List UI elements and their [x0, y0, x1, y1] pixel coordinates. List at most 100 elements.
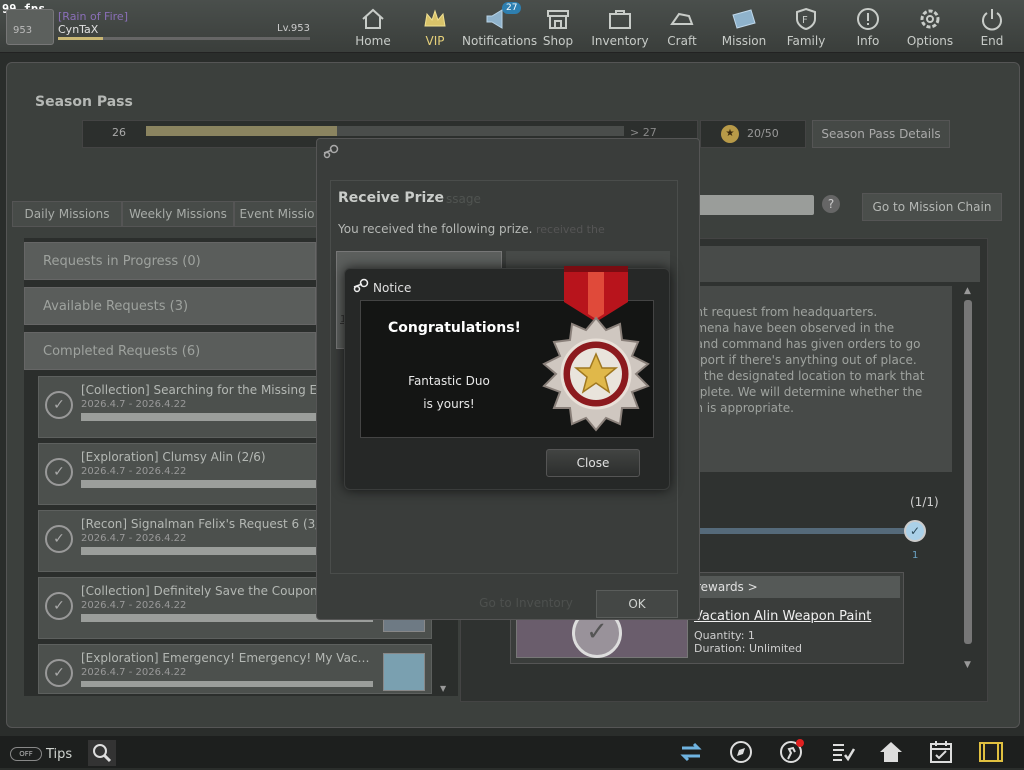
nav-end[interactable]: End — [963, 4, 1021, 50]
background-dialog-title-fragment: ssage — [446, 192, 481, 206]
shop-icon — [545, 6, 571, 32]
category-requests-in-progress[interactable]: Requests in Progress (0) — [24, 242, 316, 280]
notice-message-line: Fantastic Duo — [408, 374, 490, 388]
category-completed-requests[interactable]: Completed Requests (6) — [24, 332, 316, 370]
prize-ok-button[interactable]: OK — [596, 590, 678, 618]
compass-icon[interactable] — [728, 739, 754, 765]
nav-end-label: End — [980, 34, 1004, 48]
mission-dates: 2026.4.7 - 2026.4.22 — [81, 399, 187, 410]
info-icon — [855, 6, 881, 32]
nav-shop[interactable]: Shop — [529, 4, 587, 50]
player-level: Lv.953 — [277, 23, 310, 34]
nav-craft-label: Craft — [667, 34, 697, 48]
mission-dates: 2026.4.7 - 2026.4.22 — [81, 600, 187, 611]
token-count-text: 20/50 — [747, 127, 779, 140]
nav-options-label: Options — [906, 34, 954, 48]
tab-daily-missions[interactable]: Daily Missions — [12, 201, 122, 227]
nav-mission[interactable]: Mission — [715, 4, 773, 50]
season-pass-title: Season Pass — [35, 94, 133, 110]
check-icon: ✓ — [45, 391, 73, 419]
scroll-down-arrow-icon[interactable]: ▼ — [964, 660, 971, 670]
guild-name: [Rain of Fire] — [58, 10, 128, 23]
go-to-mission-chain-button[interactable]: Go to Mission Chain — [862, 193, 1002, 221]
description-line: report if there's anything out of place. — [688, 353, 917, 367]
description-line: mplete. We will determine whether the — [688, 385, 923, 399]
mission-dates: 2026.4.7 - 2026.4.22 — [81, 466, 187, 477]
rewards-header[interactable]: rewards > — [692, 576, 900, 598]
mission-description: ent request from headquarters. omena hav… — [688, 286, 952, 472]
nav-notifications-label: Notifications — [462, 34, 538, 48]
tips-label: Tips — [46, 747, 73, 762]
medal-icon — [536, 264, 656, 434]
check-icon: ✓ — [45, 458, 73, 486]
film-icon[interactable] — [978, 739, 1004, 765]
bottom-bar — [0, 736, 1024, 768]
check-icon: ✓ — [45, 659, 73, 687]
nav-craft[interactable]: Craft — [653, 4, 711, 50]
craft-icon — [669, 6, 695, 32]
reward-name-link[interactable]: Vacation Alin Weapon Paint — [694, 609, 871, 624]
congratulations-text: Congratulations! — [388, 320, 521, 336]
nav-info-label: Info — [856, 34, 880, 48]
nav-shop-label: Shop — [542, 34, 574, 48]
season-pass-details-button[interactable]: Season Pass Details — [812, 120, 950, 148]
task-list-icon[interactable] — [830, 739, 856, 765]
background-dialog-text-fragment: received the — [536, 223, 605, 236]
description-line: , and command has given orders to go — [688, 337, 921, 351]
nav-inventory-label: Inventory — [591, 34, 649, 48]
mission-progress-bar — [81, 681, 373, 687]
nav-notifications[interactable]: 27 Notifications — [462, 2, 537, 50]
description-line: at the designated location to mark that — [688, 369, 925, 383]
tab-event-missions[interactable]: Event Missio — [234, 201, 320, 227]
crown-icon — [422, 6, 448, 32]
calendar-check-icon[interactable] — [928, 739, 954, 765]
family-shield-icon: F — [793, 6, 819, 32]
notice-message-line: is yours! — [423, 397, 475, 411]
tab-weekly-missions[interactable]: Weekly Missions — [122, 201, 234, 227]
nav-family[interactable]: F Family — [777, 4, 835, 50]
progress-node-label: 1 — [912, 550, 919, 561]
mission-dates: 2026.4.7 - 2026.4.22 — [81, 667, 187, 678]
player-card[interactable]: 953 [Rain of Fire] CynTaX Lv.953 — [6, 9, 314, 45]
help-icon[interactable]: ? — [822, 195, 840, 213]
runner-alert-icon[interactable] — [778, 739, 804, 765]
steam-icon — [352, 278, 370, 294]
player-name: CynTaX — [58, 23, 99, 36]
avatar: 953 — [6, 9, 54, 45]
season-pass-progress — [146, 126, 624, 136]
progress-check-icon: ✓ — [904, 520, 926, 542]
nav-mission-label: Mission — [721, 34, 767, 48]
mission-item[interactable]: ✓ [Exploration] Emergency! Emergency! My… — [38, 644, 432, 694]
go-to-inventory-button[interactable]: Go to Inventory — [468, 590, 584, 616]
swap-icon[interactable] — [678, 739, 704, 765]
nav-options[interactable]: Options — [901, 4, 959, 50]
reward-quantity: Quantity: 1 — [694, 629, 755, 642]
steam-icon — [322, 144, 340, 160]
nav-info[interactable]: Info — [839, 4, 897, 50]
scroll-up-arrow-icon[interactable]: ▲ — [964, 286, 971, 296]
mission-dates: 2026.4.7 - 2026.4.22 — [81, 533, 187, 544]
player-xp-bar — [58, 37, 310, 40]
gear-icon — [917, 6, 943, 32]
nav-vip[interactable]: VIP — [406, 4, 464, 50]
reward-duration: Duration: Unlimited — [694, 642, 802, 655]
home-icon[interactable] — [878, 739, 904, 765]
search-icon[interactable] — [88, 740, 116, 766]
category-available-requests[interactable]: Available Requests (3) — [24, 287, 316, 325]
season-pass-level: 26 — [112, 126, 126, 139]
nav-home[interactable]: Home — [344, 4, 402, 50]
notice-close-button[interactable]: Close — [546, 449, 640, 477]
detail-scrollbar[interactable] — [964, 300, 972, 644]
tips-toggle[interactable]: OFF — [10, 747, 42, 761]
scroll-down-arrow-icon[interactable]: ▼ — [440, 684, 446, 693]
avatar-level: 953 — [13, 25, 33, 36]
mission-search-input[interactable] — [692, 195, 814, 215]
mission-progress-ratio: (1/1) — [910, 495, 939, 509]
nav-home-label: Home — [355, 34, 391, 48]
notice-message: Fantastic Duo is yours! — [390, 370, 508, 416]
nav-inventory[interactable]: Inventory — [591, 4, 649, 50]
mission-thumbnail — [383, 653, 425, 691]
power-icon — [979, 6, 1005, 32]
receive-prize-title: Receive Prize — [338, 190, 444, 206]
briefcase-icon — [607, 6, 633, 32]
